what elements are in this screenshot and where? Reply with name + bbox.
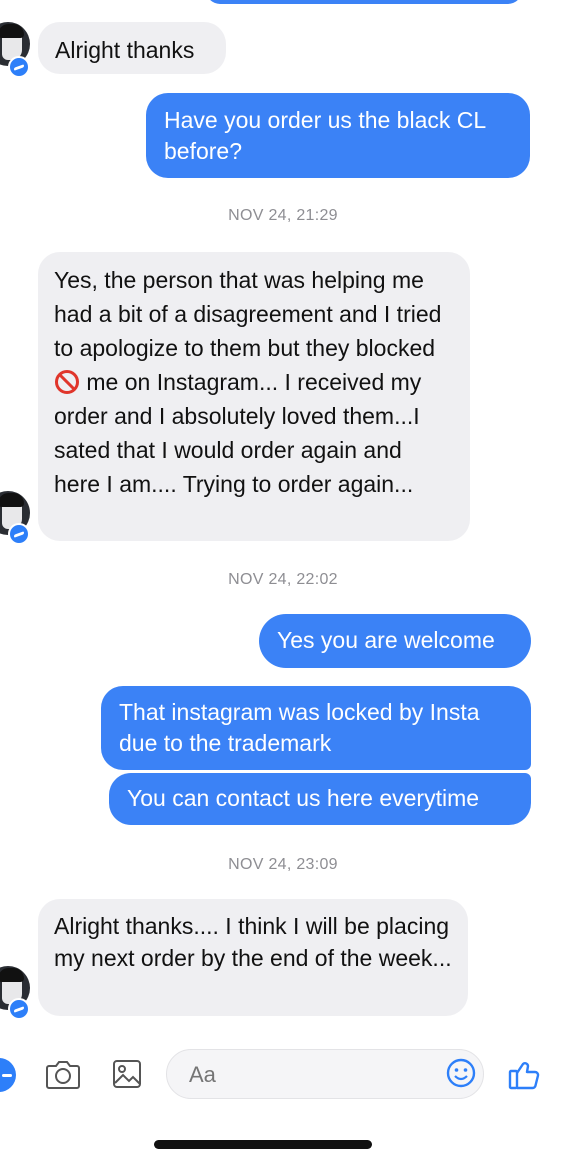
incoming-message[interactable]: Alright thanks.... I think I will be pla… <box>38 899 468 1016</box>
message-text: You can contact us here everytime <box>127 785 480 811</box>
timestamp: NOV 24, 23:09 <box>228 856 338 873</box>
outgoing-message[interactable]: Yes you are welcome <box>259 614 531 668</box>
message-text: Alright thanks.... I think I will be pla… <box>54 913 452 971</box>
timestamp: NOV 24, 21:29 <box>228 207 338 224</box>
gallery-icon[interactable] <box>111 1058 143 1090</box>
messenger-badge-icon <box>8 56 30 78</box>
outgoing-message[interactable]: Have you order us the black CL before? <box>146 93 530 178</box>
messenger-badge-icon <box>8 998 30 1020</box>
message-composer[interactable] <box>166 1049 484 1099</box>
timestamp: NOV 24, 22:02 <box>228 571 338 588</box>
outgoing-message[interactable]: You can contact us here everytime <box>109 773 531 825</box>
message-text: Yes you are welcome <box>277 627 495 653</box>
message-text: That instagram was locked by Insta due t… <box>119 699 480 756</box>
no-entry-icon <box>55 370 79 394</box>
thumbs-up-icon[interactable] <box>508 1056 542 1092</box>
incoming-message[interactable]: Yes, the person that was helping me had … <box>38 252 470 541</box>
emoji-icon[interactable] <box>445 1057 477 1089</box>
message-text: Alright thanks <box>55 37 195 63</box>
incoming-message[interactable]: Alright thanks <box>38 22 226 74</box>
previous-message-bubble <box>206 0 522 4</box>
message-input[interactable] <box>187 1060 411 1090</box>
message-text: me on Instagram... I received my order a… <box>54 369 422 497</box>
messenger-badge-icon <box>8 523 30 545</box>
outgoing-message[interactable]: That instagram was locked by Insta due t… <box>101 686 531 770</box>
message-text: Have you order us the black CL before? <box>164 107 486 164</box>
camera-icon[interactable] <box>45 1057 81 1091</box>
message-text: Yes, the person that was helping me had … <box>54 267 442 361</box>
home-indicator <box>154 1140 372 1149</box>
